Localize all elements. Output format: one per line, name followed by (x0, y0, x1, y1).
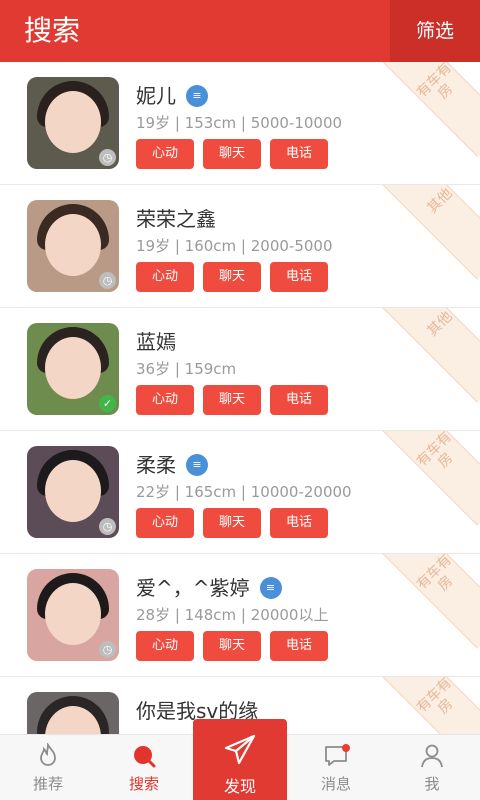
action-buttons: 心动 聊天 电话 (136, 508, 337, 538)
user-row-1[interactable]: ◷ 妮儿 ≡ 19岁 | 153cm | 5000-10000 心动 聊天 电话… (0, 62, 480, 185)
nav-search[interactable]: 搜索 (96, 735, 192, 800)
check-icon: ✓ (99, 395, 116, 412)
chat-button[interactable]: 聊天 (203, 262, 261, 292)
user-name: 蓝嫣 (136, 330, 176, 354)
nav-recommend[interactable]: 推荐 (0, 735, 96, 800)
nav-label: 消息 (320, 775, 351, 793)
user-row-3[interactable]: ✓ 蓝嫣 36岁 | 159cm 心动 聊天 电话 其他 (0, 308, 480, 431)
clock-icon: ◷ (99, 518, 116, 535)
avatar[interactable] (27, 692, 119, 734)
name-line: 妮儿 ≡ (136, 81, 208, 111)
clock-icon: ◷ (99, 149, 116, 166)
clock-icon: ◷ (99, 272, 116, 289)
nav-label: 推荐 (32, 775, 63, 793)
call-button[interactable]: 电话 (270, 139, 328, 169)
like-button[interactable]: 心动 (136, 262, 194, 292)
avatar[interactable]: ◷ (27, 569, 119, 661)
avatar-face (45, 214, 101, 276)
call-button[interactable]: 电话 (270, 631, 328, 661)
chat-button[interactable]: 聊天 (203, 385, 261, 415)
action-buttons: 心动 聊天 电话 (136, 385, 337, 415)
user-name: 荣荣之鑫 (136, 207, 216, 231)
action-buttons: 心动 聊天 电话 (136, 139, 337, 169)
call-button[interactable]: 电话 (270, 385, 328, 415)
id-card-icon: ≡ (186, 454, 208, 476)
avatar[interactable]: ◷ (27, 446, 119, 538)
chat-button[interactable]: 聊天 (203, 508, 261, 538)
person-icon (421, 744, 443, 768)
user-row-4[interactable]: ◷ 柔柔 ≡ 22岁 | 165cm | 10000-20000 心动 聊天 电… (0, 431, 480, 554)
avatar[interactable]: ◷ (27, 200, 119, 292)
user-name: 柔柔 (136, 453, 176, 477)
name-line: 蓝嫣 (136, 327, 176, 357)
avatar-face (45, 460, 101, 522)
id-card-icon: ≡ (259, 577, 282, 599)
name-line: 爱^，^紫婷 ≡ (136, 573, 282, 603)
search-icon (134, 746, 156, 768)
user-info: 36岁 | 159cm (136, 360, 237, 378)
nav-discover[interactable]: 发现 (193, 719, 287, 800)
user-info: 22岁 | 165cm | 10000-20000 (136, 483, 352, 501)
user-row-5[interactable]: ◷ 爱^，^紫婷 ≡ 28岁 | 148cm | 20000以上 心动 聊天 电… (0, 554, 480, 677)
avatar[interactable]: ◷ (27, 77, 119, 169)
avatar-face (45, 583, 101, 645)
nav-label: 我 (424, 775, 440, 793)
avatar-face (45, 91, 101, 153)
user-info: 28岁 | 148cm | 20000以上 (136, 606, 329, 624)
avatar-face (45, 337, 101, 399)
action-buttons: 心动 聊天 电话 (136, 262, 337, 292)
filter-button[interactable]: 筛选 (390, 0, 480, 62)
nav-me[interactable]: 我 (384, 735, 480, 800)
chat-button[interactable]: 聊天 (203, 139, 261, 169)
nav-messages[interactable]: 消息 (288, 735, 384, 800)
nav-label: 发现 (223, 777, 256, 796)
clock-icon: ◷ (99, 641, 116, 658)
like-button[interactable]: 心动 (136, 385, 194, 415)
like-button[interactable]: 心动 (136, 139, 194, 169)
name-line: 荣荣之鑫 (136, 204, 216, 234)
page-title: 搜索 (24, 14, 81, 47)
flame-icon (40, 743, 56, 766)
user-info: 19岁 | 160cm | 2000-5000 (136, 237, 333, 255)
user-row-2[interactable]: ◷ 荣荣之鑫 19岁 | 160cm | 2000-5000 心动 聊天 电话 … (0, 185, 480, 308)
call-button[interactable]: 电话 (270, 262, 328, 292)
like-button[interactable]: 心动 (136, 631, 194, 661)
avatar[interactable]: ✓ (27, 323, 119, 415)
unread-dot (342, 744, 350, 752)
name-line: 柔柔 ≡ (136, 450, 208, 480)
user-name: 爱^，^紫婷 (136, 576, 250, 600)
like-button[interactable]: 心动 (136, 508, 194, 538)
user-list[interactable]: ◷ 妮儿 ≡ 19岁 | 153cm | 5000-10000 心动 聊天 电话… (0, 62, 480, 734)
chat-button[interactable]: 聊天 (203, 631, 261, 661)
user-info: 19岁 | 153cm | 5000-10000 (136, 114, 343, 132)
call-button[interactable]: 电话 (270, 508, 328, 538)
user-name: 妮儿 (136, 84, 176, 108)
paper-plane-icon (224, 734, 256, 765)
app-header: 搜索 筛选 (0, 0, 480, 62)
action-buttons: 心动 聊天 电话 (136, 631, 337, 661)
id-card-icon: ≡ (186, 85, 208, 107)
nav-label: 搜索 (128, 775, 159, 793)
